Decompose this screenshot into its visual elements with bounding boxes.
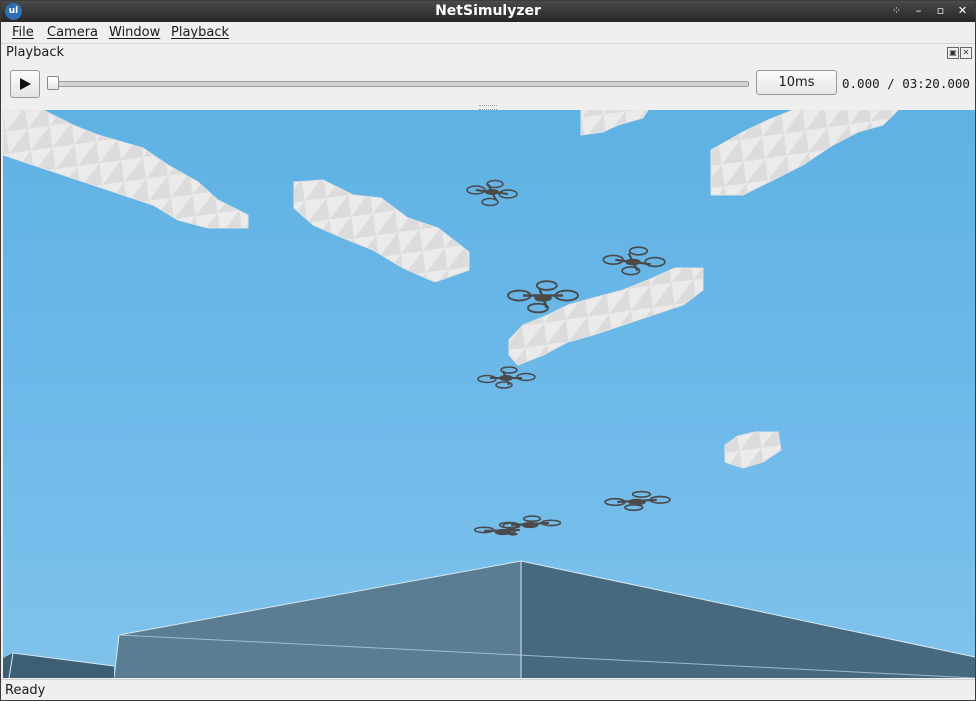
cloud: [724, 431, 782, 469]
play-icon: [20, 78, 31, 90]
timeline-slider[interactable]: [47, 76, 749, 90]
cloud: [293, 179, 470, 283]
restore-icon[interactable]: ⁘: [890, 4, 903, 18]
float-icon[interactable]: ▣: [947, 47, 959, 59]
drone: [466, 179, 518, 207]
scene-viewport[interactable]: [3, 110, 975, 678]
playback-dock-title: Playback ▣ ✕: [1, 44, 975, 62]
app-window: ul NetSimulyzer ⁘ – ▫ ✕ File Camera Wind…: [0, 0, 976, 701]
status-text: Ready: [5, 683, 46, 698]
menu-camera[interactable]: Camera: [47, 25, 98, 40]
minimize-icon[interactable]: –: [912, 4, 925, 18]
menu-file[interactable]: File: [12, 25, 34, 40]
building: [521, 561, 975, 678]
cloud: [710, 110, 899, 196]
menu-playback[interactable]: Playback: [171, 25, 229, 40]
play-button[interactable]: [10, 70, 40, 98]
drone: [602, 246, 666, 276]
dock-title-label: Playback: [6, 45, 65, 60]
speed-button[interactable]: 10ms: [756, 70, 837, 95]
playback-controls: 10ms 0.000 / 03:20.000: [1, 64, 975, 104]
scene-canvas: [3, 110, 975, 678]
building: [3, 653, 114, 678]
close-icon[interactable]: ✕: [960, 47, 972, 59]
menu-window[interactable]: Window: [109, 25, 160, 40]
building: [114, 561, 521, 678]
slider-track: [47, 81, 749, 87]
drone: [498, 515, 562, 529]
title-bar[interactable]: ul NetSimulyzer ⁘ – ▫ ✕: [1, 1, 975, 22]
time-readout: 0.000 / 03:20.000: [842, 76, 970, 91]
drone: [604, 490, 671, 512]
close-icon[interactable]: ✕: [956, 4, 969, 18]
maximize-icon[interactable]: ▫: [934, 4, 947, 18]
window-title: NetSimulyzer: [435, 3, 541, 19]
cloud: [3, 110, 249, 229]
status-bar: Ready: [1, 679, 975, 700]
menu-bar: File Camera Window Playback: [1, 22, 975, 44]
slider-handle[interactable]: [47, 76, 59, 90]
drone: [477, 366, 536, 389]
cloud: [580, 110, 649, 136]
